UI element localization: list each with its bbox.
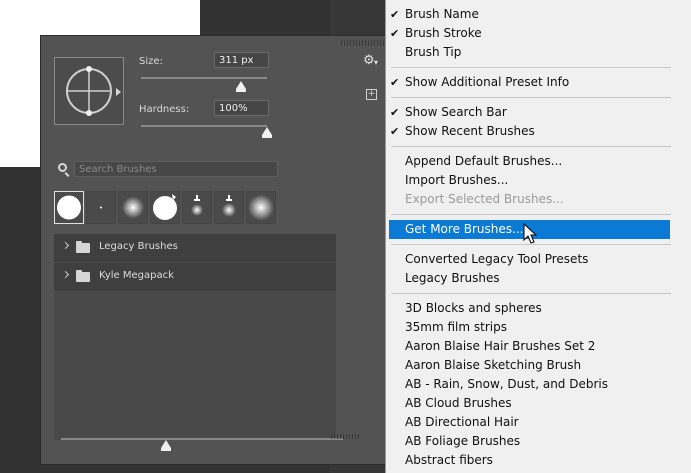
- menu-item-label: 35mm film strips: [405, 320, 507, 334]
- plus-icon[interactable]: +: [366, 89, 377, 100]
- folder-icon: [76, 270, 90, 282]
- list-item[interactable]: Kyle Megapack: [54, 263, 336, 292]
- menu-item-label: Get More Brushes...: [405, 222, 524, 236]
- menu-item-label: Legacy Brushes: [405, 271, 500, 285]
- recent-brush-small-dot[interactable]: [86, 191, 116, 224]
- menu-separator: [391, 67, 671, 68]
- menu-item-label: Aaron Blaise Sketching Brush: [405, 358, 582, 372]
- menu-item-brush-stroke[interactable]: ✔ Brush Stroke: [386, 24, 691, 43]
- brush-angle-preview[interactable]: [54, 57, 124, 125]
- chevron-down-icon: ▾: [374, 58, 379, 67]
- recent-brush-airbrush-small[interactable]: [182, 191, 212, 224]
- search-icon: [58, 163, 67, 172]
- menu-item-append-default-brushes[interactable]: Append Default Brushes...: [386, 152, 691, 171]
- menu-item-3d-blocks-and-spheres[interactable]: 3D Blocks and spheres: [386, 299, 691, 318]
- menu-separator: [391, 214, 671, 215]
- recent-brush-airbrush-medium[interactable]: [214, 191, 244, 224]
- thumbnail-size-slider-track[interactable]: [61, 438, 343, 440]
- preview-flip-arrow-icon[interactable]: [116, 88, 121, 96]
- hardness-slider-thumb[interactable]: [262, 127, 272, 138]
- menu-item-label: Brush Name: [405, 7, 479, 21]
- menu-separator: [391, 146, 671, 147]
- menu-item-label: Show Recent Brushes: [405, 124, 535, 138]
- menu-separator: [391, 293, 671, 294]
- menu-item-converted-legacy-tool-presets[interactable]: Converted Legacy Tool Presets: [386, 250, 691, 269]
- folder-label: Legacy Brushes: [99, 241, 178, 252]
- hardness-slider-track[interactable]: [141, 125, 267, 127]
- checkmark-icon: ✔: [390, 76, 400, 89]
- list-scrollbar[interactable]: [336, 234, 348, 440]
- chevron-right-icon[interactable]: [61, 241, 70, 250]
- menu-item-ab-cloud-brushes[interactable]: AB Cloud Brushes: [386, 394, 691, 413]
- menu-item-label: AB Cloud Brushes: [405, 396, 512, 410]
- recent-brush-soft-round[interactable]: [118, 191, 148, 224]
- panel-flyout-menu: ✔ Brush Name ✔ Brush Stroke Brush Tip ✔ Sho…: [385, 0, 691, 473]
- panel-drag-grip[interactable]: [341, 40, 386, 46]
- menu-item-ab-foliage-brushes[interactable]: AB Foliage Brushes: [386, 432, 691, 451]
- gear-icon[interactable]: ⚙ ▾: [363, 53, 381, 69]
- menu-item-label: 3D Blocks and spheres: [405, 301, 542, 315]
- folder-label: Kyle Megapack: [99, 270, 174, 281]
- checkmark-icon: ✔: [390, 125, 400, 138]
- menu-item-label: Append Default Brushes...: [405, 154, 563, 168]
- menu-item-brush-tip[interactable]: Brush Tip: [386, 43, 691, 62]
- mouse-pointer-icon: [523, 223, 537, 244]
- search-brushes-input[interactable]: Search Brushes: [74, 161, 278, 177]
- menu-item-show-recent-brushes[interactable]: ✔ Show Recent Brushes: [386, 122, 691, 141]
- menu-item-35mm-film-strips[interactable]: 35mm film strips: [386, 318, 691, 337]
- thumbnail-size-slider-thumb[interactable]: [161, 440, 171, 451]
- menu-item-label: Show Additional Preset Info: [405, 75, 570, 89]
- menu-item-ab-directional-hair[interactable]: AB Directional Hair: [386, 413, 691, 432]
- menu-item-abstract-fibers[interactable]: Abstract fibers: [386, 451, 691, 470]
- panel-resize-grip[interactable]: [331, 434, 359, 439]
- menu-item-label: Show Search Bar: [405, 105, 507, 119]
- hardness-label: Hardness:: [139, 104, 190, 115]
- menu-item-label: Aaron Blaise Hair Brushes Set 2: [405, 339, 596, 353]
- menu-item-label: Abstract fibers: [405, 453, 493, 467]
- menu-item-label: Converted Legacy Tool Presets: [405, 252, 589, 266]
- size-slider-track[interactable]: [141, 77, 267, 79]
- recent-brush-pressure-round[interactable]: [150, 191, 180, 224]
- menu-item-label: Brush Tip: [405, 45, 462, 59]
- folder-icon: [76, 241, 90, 253]
- menu-item-brush-name[interactable]: ✔ Brush Name: [386, 5, 691, 24]
- menu-item-label: Brush Stroke: [405, 26, 482, 40]
- menu-item-label: AB Directional Hair: [405, 415, 519, 429]
- menu-item-legacy-brushes[interactable]: Legacy Brushes: [386, 269, 691, 288]
- menu-item-ab-rain-snow-dust-debris[interactable]: AB - Rain, Snow, Dust, and Debris: [386, 375, 691, 394]
- recent-brush-hard-round[interactable]: [54, 191, 84, 224]
- brush-preset-panel: Size: 311 px Hardness: 100% ⚙ ▾ + Search …: [40, 35, 390, 465]
- menu-item-label: AB Foliage Brushes: [405, 434, 521, 448]
- hardness-field[interactable]: 100%: [214, 100, 269, 116]
- menu-item-import-brushes[interactable]: Import Brushes...: [386, 171, 691, 190]
- menu-item-show-additional-preset-info[interactable]: ✔ Show Additional Preset Info: [386, 73, 691, 92]
- menu-item-show-search-bar[interactable]: ✔ Show Search Bar: [386, 103, 691, 122]
- size-label: Size:: [139, 56, 163, 67]
- chevron-right-icon[interactable]: [61, 270, 70, 279]
- size-slider-thumb[interactable]: [236, 81, 246, 92]
- menu-item-aaron-blaise-sketching-brush[interactable]: Aaron Blaise Sketching Brush: [386, 356, 691, 375]
- checkmark-icon: ✔: [390, 27, 400, 40]
- menu-item-aaron-blaise-hair-brushes-set-2[interactable]: Aaron Blaise Hair Brushes Set 2: [386, 337, 691, 356]
- recent-brush-soft-large[interactable]: [246, 191, 276, 224]
- menu-item-label: Import Brushes...: [405, 173, 509, 187]
- size-field[interactable]: 311 px: [214, 52, 269, 68]
- checkmark-icon: ✔: [390, 8, 400, 21]
- menu-separator: [391, 97, 671, 98]
- list-item[interactable]: Legacy Brushes: [54, 234, 336, 263]
- brush-folder-list: Legacy Brushes Kyle Megapack: [54, 234, 336, 440]
- menu-item-label: Export Selected Brushes...: [405, 192, 564, 206]
- menu-item-label: AB - Rain, Snow, Dust, and Debris: [405, 377, 608, 391]
- checkmark-icon: ✔: [390, 106, 400, 119]
- menu-item-export-selected-brushes: Export Selected Brushes...: [386, 190, 691, 209]
